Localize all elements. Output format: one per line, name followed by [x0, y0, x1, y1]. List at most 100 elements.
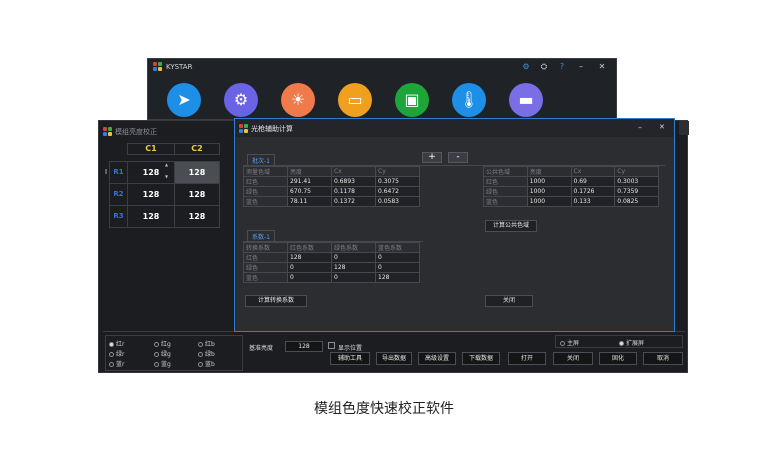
radio-red-b[interactable]: 红b — [198, 339, 215, 348]
image-icon[interactable]: ▣ — [395, 83, 429, 117]
table-cell: 1000 — [526, 196, 572, 207]
stepper-up-icon[interactable]: ▲ — [165, 162, 168, 167]
radio-blue-r[interactable]: 蓝r — [109, 359, 124, 368]
brightness-icon[interactable]: ☀ — [281, 83, 315, 117]
main-app-window: KYSTAR ⚙ ⛭ ? – ✕ ➤ ⚙ ☀ ▭ ▣ 🌡 ▬ — [147, 58, 617, 120]
table-cell: 0 — [331, 272, 376, 283]
caption: 模组色度快速校正软件 — [314, 401, 454, 417]
screen-icon[interactable]: ▭ — [338, 83, 372, 117]
conversion-coefficient-table: 转换系数 红色系数 绿色系数 蓝色系数 红色 128 0 0 绿色 0 128 … — [243, 242, 420, 283]
dialog-close-button[interactable]: 关闭 — [485, 295, 533, 307]
window-title: 模组亮度校正 — [115, 128, 157, 136]
radio-main-screen[interactable]: 主屏 — [560, 338, 579, 347]
kystar-logo-icon — [103, 127, 112, 136]
table-header: 绿色系数 — [331, 242, 376, 253]
stepper-down-icon[interactable]: ▼ — [165, 174, 168, 179]
cancel-button[interactable]: 取消 — [643, 352, 683, 365]
open-button[interactable]: 打开 — [508, 352, 546, 365]
table-cell: 0 — [331, 252, 376, 263]
help-icon[interactable]: ? — [557, 62, 567, 72]
row-label: R3 — [109, 205, 128, 228]
table-cell: 0 — [375, 262, 420, 273]
dialog-title: 光枪辅助计算 — [251, 125, 293, 133]
dialog-close-icon[interactable]: ✕ — [659, 123, 665, 131]
user-icon[interactable]: ⛭ — [539, 62, 549, 72]
column-header: C1 — [127, 143, 175, 155]
table-cell: 128 — [331, 262, 376, 273]
add-batch-button[interactable]: + — [422, 152, 442, 163]
grid-cell[interactable]: 128 — [174, 161, 220, 184]
radio-green-b[interactable]: 绿b — [198, 349, 215, 358]
table-header: 亮度 — [287, 166, 332, 177]
table-cell: 128 — [375, 272, 420, 283]
download-data-button[interactable]: 下载数据 — [462, 352, 500, 365]
table-cell: 0.7359 — [614, 186, 659, 197]
table-cell: 128 — [287, 252, 332, 263]
table-header: 蓝色系数 — [375, 242, 420, 253]
table-cell[interactable]: 670.75 — [287, 186, 332, 197]
row-label: 蓝色 — [243, 196, 288, 207]
close-window-button[interactable]: 关闭 — [553, 352, 593, 365]
row-label: 绿色 — [243, 262, 288, 273]
title-bar-edge — [679, 121, 689, 135]
row-label: 红色 — [483, 176, 528, 187]
table-header: 转换系数 — [243, 242, 288, 253]
channel-radio-group — [105, 335, 243, 371]
table-header: 测量色域 — [243, 166, 288, 177]
radio-blue-b[interactable]: 蓝b — [198, 359, 215, 368]
table-cell: 0 — [287, 272, 332, 283]
grid-cell[interactable]: 128 — [127, 205, 175, 228]
row-label: R2 — [109, 183, 128, 206]
calc-public-gamut-button[interactable]: 计算公共色域 — [485, 220, 537, 232]
send-icon[interactable]: ➤ — [167, 83, 201, 117]
assist-tools-button[interactable]: 辅助工具 — [330, 352, 370, 365]
table-cell: 0.133 — [570, 196, 616, 207]
base-brightness-stepper[interactable]: 128 — [285, 341, 323, 352]
column-header: C2 — [174, 143, 220, 155]
table-cell: 1000 — [526, 186, 572, 197]
radio-green-r[interactable]: 绿r — [109, 349, 124, 358]
display-settings-icon[interactable]: ⚙ — [224, 83, 258, 117]
row-label: 红色 — [243, 252, 288, 263]
table-cell[interactable]: 0.3075 — [375, 176, 420, 187]
table-cell[interactable]: 0.6472 — [375, 186, 420, 197]
app-title: KYSTAR — [166, 63, 193, 71]
kystar-logo-icon — [153, 62, 162, 71]
advanced-settings-button[interactable]: 高级设置 — [418, 352, 456, 365]
table-cell[interactable]: 0.6893 — [331, 176, 376, 187]
radio-red-r[interactable]: 红r — [109, 339, 124, 348]
measured-gamut-table: 测量色域 亮度 Cx Cy 红色 291.41 0.6893 0.3075 绿色… — [243, 166, 420, 207]
remove-batch-button[interactable]: - — [448, 152, 468, 163]
grid-cell[interactable]: 128 — [127, 183, 175, 206]
table-cell: 0.0825 — [614, 196, 659, 207]
table-header: 红色系数 — [287, 242, 332, 253]
table-cell[interactable]: 0.1178 — [331, 186, 376, 197]
minimize-button[interactable]: – — [576, 62, 586, 72]
radio-green-g[interactable]: 绿g — [154, 349, 171, 358]
settings-icon[interactable]: ⚙ — [521, 62, 531, 72]
public-gamut-table: 公共色域 亮度 Cx Cy 红色 1000 0.69 0.3003 绿色 100… — [483, 166, 659, 207]
table-cell[interactable]: 0.1372 — [331, 196, 376, 207]
table-cell: 0 — [287, 262, 332, 273]
radio-extended-screen[interactable]: 扩展屏 — [619, 338, 644, 347]
table-cell: 0.69 — [570, 176, 616, 187]
table-cell[interactable]: 78.11 — [287, 196, 332, 207]
dialog-minimize-button[interactable]: – — [638, 123, 642, 132]
row-label: 蓝色 — [243, 272, 288, 283]
show-position-checkbox[interactable] — [328, 342, 335, 349]
radio-red-g[interactable]: 红g — [154, 339, 171, 348]
radio-blue-g[interactable]: 蓝g — [154, 359, 171, 368]
solidify-button[interactable]: 固化 — [599, 352, 637, 365]
calc-conversion-coefficient-button[interactable]: 计算转换系数 — [245, 295, 307, 307]
temperature-icon[interactable]: 🌡 — [452, 83, 486, 117]
device-icon[interactable]: ▬ — [509, 83, 543, 117]
row-label: 绿色 — [243, 186, 288, 197]
close-button[interactable]: ✕ — [597, 62, 607, 72]
table-cell[interactable]: 291.41 — [287, 176, 332, 187]
grid-cell[interactable]: 128 — [174, 183, 220, 206]
table-cell[interactable]: 0.0583 — [375, 196, 420, 207]
dialog-title-bar — [235, 119, 674, 137]
export-data-button[interactable]: 导出数据 — [376, 352, 412, 365]
grid-cell[interactable]: 128 — [174, 205, 220, 228]
table-cell: 0 — [375, 252, 420, 263]
